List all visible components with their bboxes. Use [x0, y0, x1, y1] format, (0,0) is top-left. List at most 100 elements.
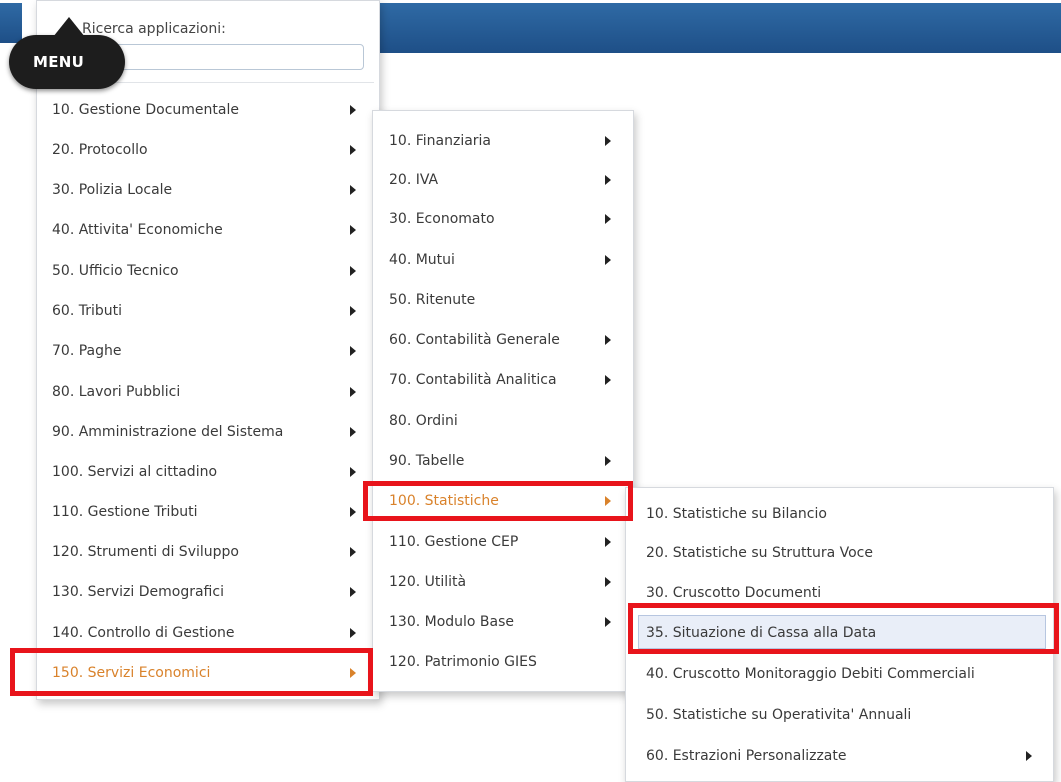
menu-item-label: 60. Contabilità Generale	[389, 332, 560, 348]
menu-item-controllo-gestione[interactable]: 140. Controllo di Gestione	[52, 616, 362, 650]
menu-item-label: 90. Amministrazione del Sistema	[52, 424, 284, 440]
submenu-item-statistiche[interactable]: 100. Statistiche	[389, 484, 619, 518]
menu-item-label: 30. Cruscotto Documenti	[646, 585, 822, 601]
menu-item-label: 80. Lavori Pubblici	[52, 384, 181, 400]
chevron-right-icon	[605, 214, 611, 224]
chevron-right-icon	[605, 255, 611, 265]
chevron-right-icon	[605, 375, 611, 385]
menu-item-servizi-demografici[interactable]: 130. Servizi Demografici	[52, 575, 362, 609]
menu-item-label: 70. Contabilità Analitica	[389, 372, 557, 388]
submenu-item-estrazioni-personalizzate[interactable]: 60. Estrazioni Personalizzate	[646, 739, 1036, 773]
submenu-item-patrimonio-gies[interactable]: 120. Patrimonio GIES	[389, 645, 619, 679]
menu-item-label: 30. Economato	[389, 211, 495, 227]
chevron-right-icon	[350, 547, 356, 557]
chevron-right-icon	[350, 387, 356, 397]
menu-item-label: 130. Servizi Demografici	[52, 584, 224, 600]
menu-item-label: 40. Mutui	[389, 252, 455, 268]
menu-item-label: 35. Situazione di Cassa alla Data	[646, 625, 877, 641]
menu-item-strumenti-sviluppo[interactable]: 120. Strumenti di Sviluppo	[52, 535, 362, 569]
chevron-right-icon	[350, 105, 356, 115]
menu-item-label: 100. Servizi al cittadino	[52, 464, 218, 480]
menu-item-gestione-documentale[interactable]: 10. Gestione Documentale	[52, 93, 362, 127]
submenu-item-cruscotto-debiti[interactable]: 40. Cruscotto Monitoraggio Debiti Commer…	[646, 657, 1036, 691]
app-window: Ricerca applicazioni: 10. Gestione Docum…	[0, 0, 1061, 782]
chevron-right-icon	[605, 136, 611, 146]
menu-item-label: 20. Protocollo	[52, 142, 148, 158]
menu-item-label: 20. IVA	[389, 172, 439, 188]
chevron-right-icon	[605, 335, 611, 345]
menu-item-tributi[interactable]: 60. Tributi	[52, 294, 362, 328]
menu-item-polizia-locale[interactable]: 30. Polizia Locale	[52, 173, 362, 207]
submenu-item-mutui[interactable]: 40. Mutui	[389, 243, 619, 277]
menu-item-label: 30. Polizia Locale	[52, 182, 173, 198]
chevron-right-icon	[605, 617, 611, 627]
menu-button[interactable]: MENU	[9, 17, 125, 89]
submenu-item-statistiche-operativita[interactable]: 50. Statistiche su Operativita' Annuali	[646, 698, 1036, 732]
chevron-right-icon	[605, 456, 611, 466]
menu-item-attivita-economiche[interactable]: 40. Attivita' Economiche	[52, 213, 362, 247]
menu-item-label: 10. Finanziaria	[389, 133, 492, 149]
menu-item-label: 110. Gestione Tributi	[52, 504, 198, 520]
chevron-right-icon	[350, 467, 356, 477]
menu-item-servizi-cittadino[interactable]: 100. Servizi al cittadino	[52, 455, 362, 489]
submenu-item-utilita[interactable]: 120. Utilità	[389, 565, 619, 599]
chevron-right-icon	[1026, 751, 1032, 761]
menu-item-label: 60. Estrazioni Personalizzate	[646, 748, 847, 764]
chevron-right-icon	[605, 496, 611, 506]
menu-item-label: 50. Ufficio Tecnico	[52, 263, 179, 279]
menu-item-label: 120. Strumenti di Sviluppo	[52, 544, 239, 560]
menu-item-label: 150. Servizi Economici	[52, 665, 211, 681]
chevron-right-icon	[350, 225, 356, 235]
submenu-item-finanziaria[interactable]: 10. Finanziaria	[389, 124, 619, 158]
menu-item-label: 20. Statistiche su Struttura Voce	[646, 545, 873, 561]
menu-item-label: 60. Tributi	[52, 303, 122, 319]
chevron-right-icon	[605, 537, 611, 547]
chevron-right-icon	[605, 175, 611, 185]
menu-item-ufficio-tecnico[interactable]: 50. Ufficio Tecnico	[52, 254, 362, 288]
menu-item-label: 130. Modulo Base	[389, 614, 515, 630]
chevron-right-icon	[350, 587, 356, 597]
menu-item-label: 80. Ordini	[389, 413, 458, 429]
menu-item-label: 140. Controllo di Gestione	[52, 625, 235, 641]
menu-item-paghe[interactable]: 70. Paghe	[52, 334, 362, 368]
menu-item-label: 40. Cruscotto Monitoraggio Debiti Commer…	[646, 666, 975, 682]
submenu-item-statistiche-bilancio[interactable]: 10. Statistiche su Bilancio	[646, 497, 1036, 531]
header-bar-left	[0, 3, 22, 43]
chevron-right-icon	[350, 145, 356, 155]
menu-item-lavori-pubblici[interactable]: 80. Lavori Pubblici	[52, 375, 362, 409]
submenu-item-tabelle[interactable]: 90. Tabelle	[389, 444, 619, 478]
menu-item-label: 120. Utilità	[389, 574, 467, 590]
submenu-item-economato[interactable]: 30. Economato	[389, 202, 619, 236]
chevron-right-icon	[350, 507, 356, 517]
menu-item-gestione-tributi[interactable]: 110. Gestione Tributi	[52, 495, 362, 529]
chevron-right-icon	[350, 306, 356, 316]
submenu-item-iva[interactable]: 20. IVA	[389, 163, 619, 197]
submenu-item-ritenute[interactable]: 50. Ritenute	[389, 283, 619, 317]
menu-item-servizi-economici[interactable]: 150. Servizi Economici	[52, 656, 362, 690]
submenu-item-modulo-base[interactable]: 130. Modulo Base	[389, 605, 619, 639]
submenu-item-contabilita-generale[interactable]: 60. Contabilità Generale	[389, 323, 619, 357]
menu-item-label: 100. Statistiche	[389, 493, 499, 509]
menu-item-label: 10. Statistiche su Bilancio	[646, 506, 827, 522]
submenu-item-cruscotto-documenti[interactable]: 30. Cruscotto Documenti	[646, 576, 1036, 610]
menu-item-label: 50. Statistiche su Operativita' Annuali	[646, 707, 912, 723]
menu-pointer-notch	[53, 17, 85, 37]
submenu-item-gestione-cep[interactable]: 110. Gestione CEP	[389, 525, 619, 559]
chevron-right-icon	[605, 577, 611, 587]
menu-item-label: 70. Paghe	[52, 343, 122, 359]
chevron-right-icon	[350, 266, 356, 276]
chevron-right-icon	[350, 346, 356, 356]
chevron-right-icon	[350, 668, 356, 678]
chevron-right-icon	[350, 427, 356, 437]
menu-item-protocollo[interactable]: 20. Protocollo	[52, 133, 362, 167]
menu-button-label: MENU	[33, 53, 85, 71]
header-bar	[380, 3, 1061, 53]
submenu-item-situazione-cassa[interactable]: 35. Situazione di Cassa alla Data	[646, 616, 1036, 650]
menu-item-amministrazione-sistema[interactable]: 90. Amministrazione del Sistema	[52, 415, 362, 449]
submenu-item-contabilita-analitica[interactable]: 70. Contabilità Analitica	[389, 363, 619, 397]
submenu-item-statistiche-struttura-voce[interactable]: 20. Statistiche su Struttura Voce	[646, 536, 1036, 570]
submenu-item-ordini[interactable]: 80. Ordini	[389, 404, 619, 438]
chevron-right-icon	[350, 628, 356, 638]
menu-item-label: 40. Attivita' Economiche	[52, 222, 223, 238]
menu-item-label: 50. Ritenute	[389, 292, 476, 308]
